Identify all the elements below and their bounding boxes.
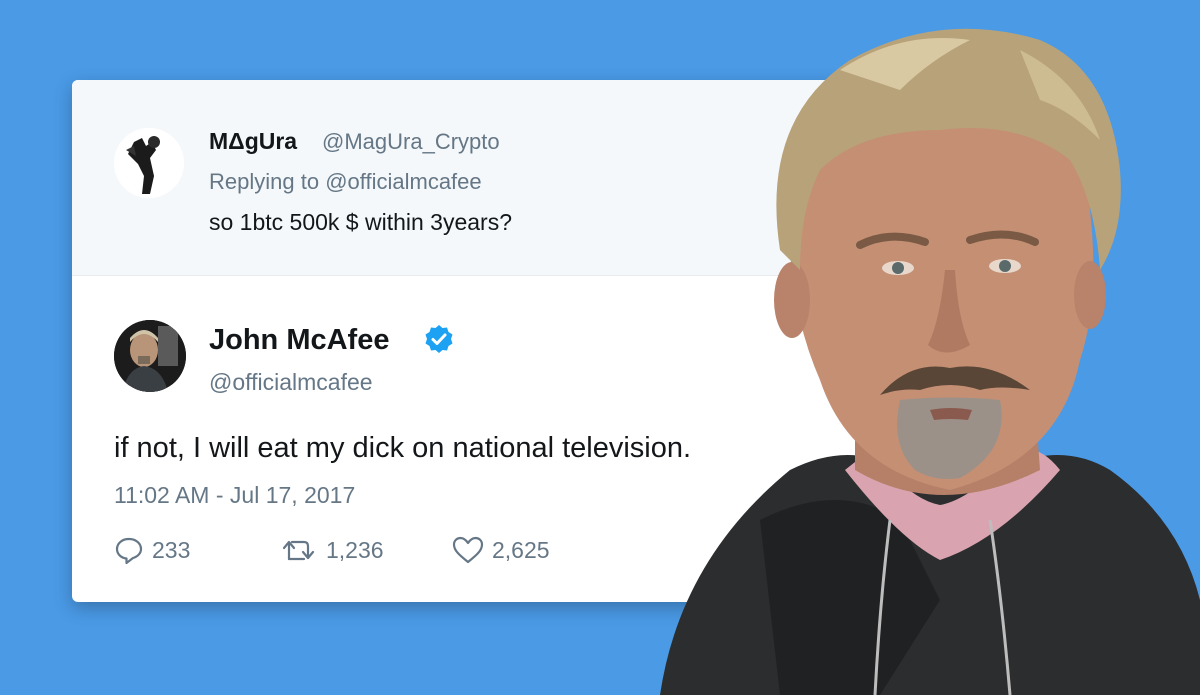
- like-button[interactable]: 2,625: [452, 535, 550, 565]
- verified-badge-icon: [425, 325, 453, 353]
- like-icon: [452, 536, 484, 564]
- reply-display-name[interactable]: MΔgUra: [209, 128, 297, 155]
- tweet-timestamp[interactable]: 11:02 AM - Jul 17, 2017: [114, 482, 355, 509]
- retweet-button[interactable]: 1,236: [280, 535, 384, 565]
- retweet-icon: [282, 540, 315, 561]
- reply-handle[interactable]: @MagUra_Crypto: [322, 129, 500, 155]
- main-tweet-text: if not, I will eat my dick on national t…: [114, 432, 692, 464]
- main-handle[interactable]: @officialmcafee: [209, 369, 373, 396]
- reply-tweet-text: so 1btc 500k $ within 3years?: [209, 209, 513, 235]
- portrait-photo: [660, 28, 1200, 695]
- like-count: 2,625: [492, 536, 550, 563]
- reply-icon: [115, 537, 143, 565]
- replying-mention-link[interactable]: @officialmcafee: [325, 169, 481, 194]
- main-display-name[interactable]: John McAfee: [209, 324, 389, 357]
- replying-to: Replying to @officialmcafee: [209, 169, 482, 195]
- main-avatar[interactable]: [114, 320, 186, 392]
- reply-button[interactable]: 233: [114, 535, 190, 565]
- reply-count: 233: [152, 536, 191, 563]
- replying-prefix: Replying to: [209, 169, 320, 194]
- retweet-count: 1,236: [326, 536, 384, 563]
- tweet-actions: 233 1,236 2,625: [114, 535, 714, 575]
- reply-avatar[interactable]: [114, 128, 184, 198]
